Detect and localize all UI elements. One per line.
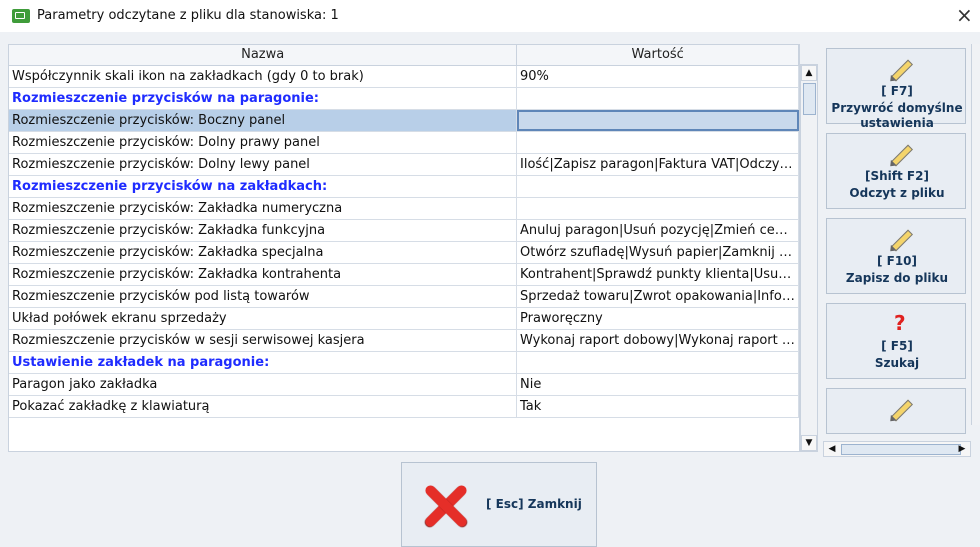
- table-row[interactable]: Rozmieszczenie przycisków w sesji serwis…: [9, 330, 799, 352]
- row-value-cell[interactable]: Anuluj paragon|Usuń pozycję|Zmień cen...: [517, 220, 799, 241]
- table-row[interactable]: Rozmieszczenie przycisków: Boczny panel: [9, 110, 799, 132]
- row-value-cell[interactable]: Kontrahent|Sprawdź punkty klienta|Usuń .…: [517, 264, 799, 285]
- row-name-cell[interactable]: Rozmieszczenie przycisków na zakładkach:: [9, 176, 517, 197]
- search-button[interactable]: ? [ F5] Szukaj: [826, 303, 966, 379]
- close-button-label: [ Esc] Zamknij: [486, 497, 582, 511]
- table-row[interactable]: Rozmieszczenie przycisków: Dolny prawy p…: [9, 132, 799, 154]
- table-row[interactable]: Ustawienie zakładek na paragonie:: [9, 352, 799, 374]
- action-panel-vertical-scrollbar[interactable]: [971, 44, 980, 425]
- table-row[interactable]: Paragon jako zakładka Nie: [9, 374, 799, 396]
- window-titlebar: Parametry odczytane z pliku dla stanowis…: [0, 0, 980, 32]
- row-name-cell[interactable]: Rozmieszczenie przycisków: Zakładka kont…: [9, 264, 517, 285]
- close-button[interactable]: [ Esc] Zamknij: [401, 462, 597, 547]
- action-panel: [ F7] Przywróć domyślne ustawienia [Shif…: [823, 44, 971, 442]
- table-row[interactable]: Rozmieszczenie przycisków: Zakładka kont…: [9, 264, 799, 286]
- row-value-cell[interactable]: Sprzedaż towaru|Zwrot opakowania|Info ..…: [517, 286, 799, 307]
- save-to-file-button[interactable]: [ F10] Zapisz do pliku: [826, 218, 966, 294]
- scroll-down-icon[interactable]: ▼: [801, 435, 817, 451]
- row-name-cell[interactable]: Rozmieszczenie przycisków: Dolny prawy p…: [9, 132, 517, 153]
- row-name-cell[interactable]: Rozmieszczenie przycisków: Boczny panel: [9, 110, 517, 131]
- pencil-icon: [887, 141, 913, 170]
- row-value-cell[interactable]: Praworęczny: [517, 308, 799, 329]
- row-value-cell[interactable]: Nie: [517, 374, 799, 395]
- app-icon: [12, 9, 30, 23]
- column-header-value[interactable]: Wartość: [517, 45, 799, 65]
- scroll-thumb[interactable]: [803, 83, 816, 115]
- row-value-cell[interactable]: Otwórz szufladę|Wysuń papier|Zamknij z..…: [517, 242, 799, 263]
- scroll-right-icon[interactable]: ▶: [955, 442, 969, 456]
- row-name-cell[interactable]: Rozmieszczenie przycisków: Zakładka spec…: [9, 242, 517, 263]
- row-value-cell[interactable]: [517, 352, 799, 373]
- parameters-table: Nazwa Wartość Współczynnik skali ikon na…: [8, 44, 800, 452]
- column-header-name[interactable]: Nazwa: [9, 45, 518, 65]
- row-name-cell[interactable]: Rozmieszczenie przycisków: Zakładka funk…: [9, 220, 517, 241]
- action-label: Szukaj: [874, 356, 920, 370]
- row-value-cell[interactable]: [517, 88, 799, 109]
- row-value-cell[interactable]: [517, 176, 799, 197]
- action-key: [ F10]: [876, 254, 918, 268]
- action-label: Zapisz do pliku: [845, 271, 949, 285]
- restore-defaults-button[interactable]: [ F7] Przywróć domyślne ustawienia: [826, 48, 966, 130]
- row-name-cell[interactable]: Układ połówek ekranu sprzedaży: [9, 308, 517, 329]
- question-icon: ?: [894, 311, 906, 335]
- pencil-icon: [887, 396, 913, 425]
- table-row[interactable]: Układ połówek ekranu sprzedaży Praworęczn…: [9, 308, 799, 330]
- row-name-cell[interactable]: Rozmieszczenie przycisków: Dolny lewy pa…: [9, 154, 517, 175]
- row-value-cell[interactable]: [517, 198, 799, 219]
- row-value-cell[interactable]: Wykonaj raport dobowy|Wykonaj raport o..…: [517, 330, 799, 351]
- read-from-file-button[interactable]: [Shift F2] Odczyt z pliku: [826, 133, 966, 209]
- row-name-cell[interactable]: Paragon jako zakładka: [9, 374, 517, 395]
- table-row[interactable]: Rozmieszczenie przycisków: Zakładka spec…: [9, 242, 799, 264]
- table-vertical-scrollbar[interactable]: ▲ ▼: [800, 64, 818, 452]
- row-name-cell[interactable]: Współczynnik skali ikon na zakładkach (g…: [9, 66, 517, 87]
- pencil-icon: [887, 226, 913, 255]
- partial-action-button[interactable]: [826, 388, 966, 434]
- action-key: [Shift F2]: [865, 169, 929, 183]
- scroll-up-icon[interactable]: ▲: [801, 65, 817, 81]
- row-name-cell[interactable]: Ustawienie zakładek na paragonie:: [9, 352, 517, 373]
- table-rows: Współczynnik skali ikon na zakładkach (g…: [9, 66, 799, 418]
- row-name-cell[interactable]: Rozmieszczenie przycisków pod listą towa…: [9, 286, 517, 307]
- row-value-cell[interactable]: Tak: [517, 396, 799, 417]
- row-value-cell[interactable]: [517, 132, 799, 153]
- row-value-cell[interactable]: 90%: [517, 66, 799, 87]
- close-window-icon[interactable]: ×: [956, 3, 973, 27]
- table-row[interactable]: Rozmieszczenie przycisków: Dolny lewy pa…: [9, 154, 799, 176]
- table-row[interactable]: Rozmieszczenie przycisków na zakładkach:: [9, 176, 799, 198]
- row-value-cell[interactable]: Ilość|Zapisz paragon|Faktura VAT|Odczyt.…: [517, 154, 799, 175]
- window-title: Parametry odczytane z pliku dla stanowis…: [37, 8, 339, 23]
- action-key: [ F5]: [881, 339, 913, 353]
- action-label: Przywróć domyślne ustawienia: [831, 101, 963, 130]
- table-row[interactable]: Rozmieszczenie przycisków na paragonie:: [9, 88, 799, 110]
- action-panel-horizontal-scrollbar[interactable]: ◀ ▶: [823, 441, 971, 457]
- table-row[interactable]: Pokazać zakładkę z klawiaturą Tak: [9, 396, 799, 418]
- close-x-icon: [423, 483, 469, 529]
- row-name-cell[interactable]: Pokazać zakładkę z klawiaturą: [9, 396, 517, 417]
- row-name-cell[interactable]: Rozmieszczenie przycisków na paragonie:: [9, 88, 517, 109]
- pencil-icon: [887, 56, 913, 85]
- row-name-cell[interactable]: Rozmieszczenie przycisków: Zakładka nume…: [9, 198, 517, 219]
- table-row[interactable]: Rozmieszczenie przycisków: Zakładka nume…: [9, 198, 799, 220]
- table-header: Nazwa Wartość: [9, 45, 799, 66]
- action-label: Odczyt z pliku: [849, 186, 945, 200]
- scroll-left-icon[interactable]: ◀: [825, 442, 839, 456]
- table-row[interactable]: Rozmieszczenie przycisków pod listą towa…: [9, 286, 799, 308]
- table-row[interactable]: Rozmieszczenie przycisków: Zakładka funk…: [9, 220, 799, 242]
- action-key: [ F7]: [881, 84, 913, 98]
- row-name-cell[interactable]: Rozmieszczenie przycisków w sesji serwis…: [9, 330, 517, 351]
- horizontal-scroll-thumb[interactable]: [841, 444, 961, 455]
- table-row[interactable]: Współczynnik skali ikon na zakładkach (g…: [9, 66, 799, 88]
- row-value-cell[interactable]: [517, 110, 799, 131]
